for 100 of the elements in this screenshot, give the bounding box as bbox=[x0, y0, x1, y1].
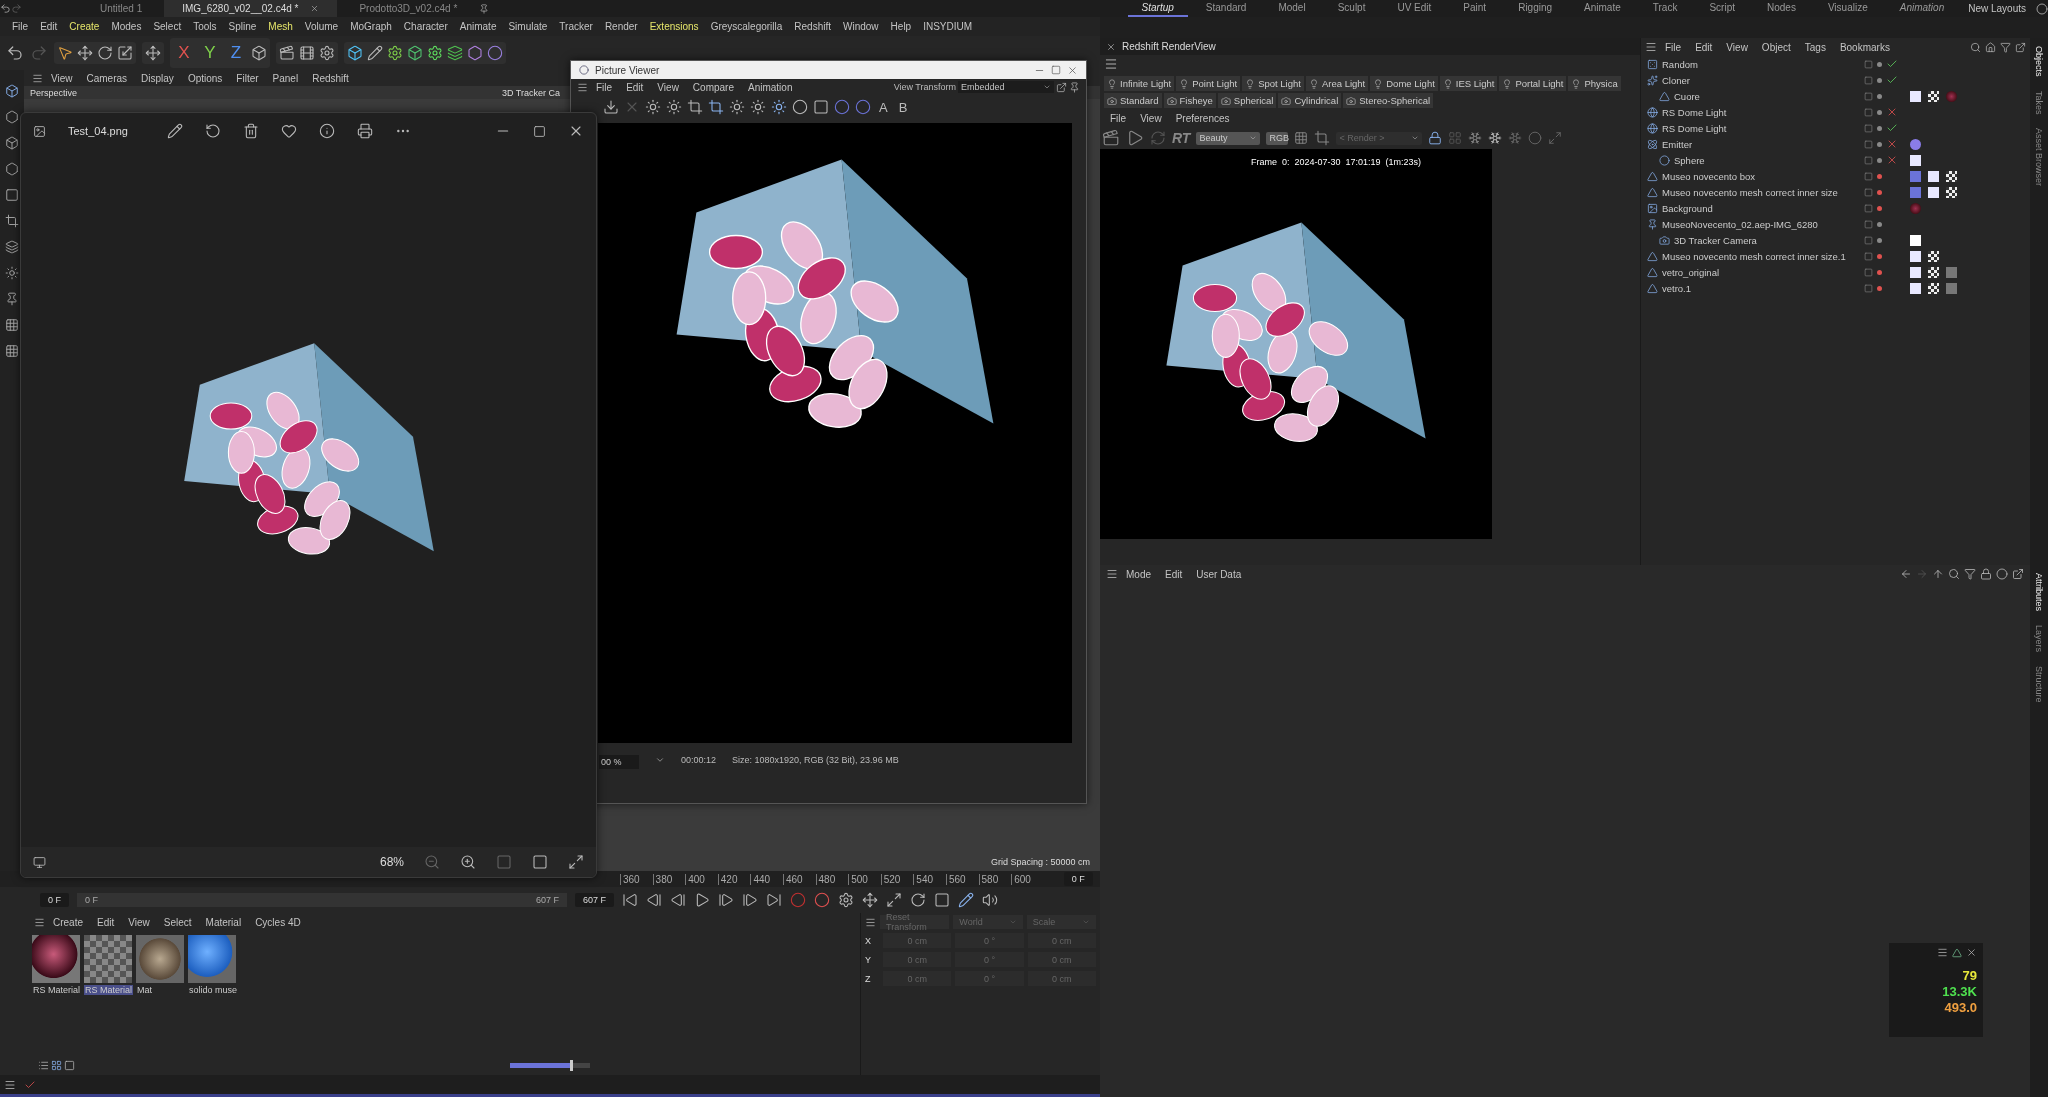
object-name[interactable]: Sphere bbox=[1670, 154, 1864, 166]
menu-item[interactable]: Volume bbox=[298, 21, 345, 32]
axis-button[interactable]: X bbox=[173, 41, 195, 65]
aov-dropdown[interactable]: Beauty bbox=[1196, 131, 1261, 145]
visibility-dot[interactable] bbox=[1877, 93, 1882, 99]
menu-item[interactable]: Mesh bbox=[262, 21, 299, 32]
layout-tab[interactable]: Track bbox=[1638, 0, 1692, 17]
autokey-icon[interactable] bbox=[814, 892, 831, 908]
cross-icon[interactable] bbox=[1886, 138, 1898, 150]
layout-tab[interactable]: Rigging bbox=[1504, 0, 1567, 17]
render-settings-icon[interactable] bbox=[319, 45, 335, 61]
up-icon[interactable] bbox=[1932, 568, 1944, 580]
menu-item[interactable]: Object bbox=[1755, 41, 1797, 53]
visibility-dot[interactable] bbox=[1877, 205, 1882, 211]
menu-item[interactable]: Mode bbox=[1120, 568, 1157, 580]
visibility-dot[interactable] bbox=[1877, 141, 1882, 147]
layout-tab[interactable]: Nodes bbox=[1752, 0, 1810, 17]
tag-icon[interactable] bbox=[1910, 266, 1921, 278]
visibility-dot[interactable] bbox=[1877, 157, 1882, 163]
start-frame-field[interactable]: 0 F bbox=[40, 893, 69, 907]
menu-item[interactable]: Create bbox=[63, 21, 106, 32]
side-tab[interactable]: Asset Browser bbox=[2033, 128, 2045, 187]
scale-key-icon[interactable] bbox=[886, 892, 903, 908]
menu-item[interactable]: Material bbox=[199, 916, 248, 928]
check-icon[interactable] bbox=[1886, 122, 1898, 134]
camera-button[interactable]: Cylindrical bbox=[1278, 93, 1342, 108]
info-icon[interactable] bbox=[319, 123, 335, 139]
gear-icon[interactable] bbox=[387, 45, 403, 61]
tag-icon[interactable] bbox=[1928, 186, 1939, 198]
camera-button[interactable]: Standard bbox=[1104, 93, 1162, 108]
side-tab[interactable]: Attributes bbox=[2033, 573, 2045, 612]
compare-slot-button[interactable]: B bbox=[895, 99, 911, 115]
menu-item[interactable]: Animate bbox=[453, 21, 503, 32]
menu-item[interactable]: File bbox=[1659, 41, 1688, 53]
visibility-dot[interactable] bbox=[1877, 125, 1882, 131]
search-icon[interactable] bbox=[1970, 41, 1981, 53]
menu-icon[interactable] bbox=[32, 72, 43, 84]
caret-icon[interactable] bbox=[655, 755, 665, 765]
search-icon[interactable] bbox=[1948, 568, 1960, 580]
edit-icon[interactable] bbox=[167, 123, 183, 139]
menu-item[interactable]: Compare bbox=[686, 81, 740, 93]
deformer-icon[interactable] bbox=[467, 45, 483, 61]
side-tab[interactable]: Objects bbox=[2033, 46, 2045, 77]
next-key-icon[interactable] bbox=[742, 892, 759, 908]
menu-item[interactable]: View bbox=[651, 81, 685, 93]
layout-tab[interactable]: Script bbox=[1695, 0, 1749, 17]
object-name[interactable]: MuseoNovecento_02.aep-IMG_6280 bbox=[1658, 218, 1864, 230]
tag-icon[interactable] bbox=[1946, 170, 1957, 182]
undo-icon[interactable] bbox=[6, 44, 24, 62]
layout-tab[interactable]: Model bbox=[1264, 0, 1320, 17]
menu-item[interactable]: Simulate bbox=[502, 21, 554, 32]
menu-item[interactable]: Cameras bbox=[80, 72, 134, 84]
material-name[interactable]: Mat bbox=[136, 985, 153, 995]
end-frame-field[interactable]: 607 F bbox=[575, 893, 615, 907]
menu-item[interactable]: Redshift bbox=[788, 21, 837, 32]
menu-item[interactable]: View bbox=[45, 72, 79, 84]
detach-icon[interactable] bbox=[1056, 81, 1067, 93]
mode-tool-icon[interactable] bbox=[5, 188, 19, 202]
menu-item[interactable]: Bookmarks bbox=[1833, 41, 1896, 53]
object-name[interactable]: Background bbox=[1658, 202, 1864, 214]
visibility-dot[interactable] bbox=[1877, 189, 1882, 195]
menu-item[interactable]: Character bbox=[397, 21, 454, 32]
lock-icon[interactable] bbox=[1428, 131, 1443, 145]
light-button[interactable]: Point Light bbox=[1176, 76, 1241, 91]
light-button[interactable]: Spot Light bbox=[1242, 76, 1304, 91]
rotate-icon[interactable] bbox=[205, 123, 221, 139]
snowflake-icon[interactable] bbox=[1468, 131, 1483, 145]
tag-icon[interactable] bbox=[1946, 186, 1957, 198]
tag-icon[interactable] bbox=[1910, 90, 1921, 102]
menu-icon[interactable] bbox=[34, 916, 45, 928]
cross-icon[interactable] bbox=[1886, 154, 1898, 166]
check-icon[interactable] bbox=[1886, 74, 1898, 86]
menu-item[interactable]: Tags bbox=[1798, 41, 1832, 53]
gear-icon[interactable] bbox=[838, 892, 855, 908]
menu-icon[interactable] bbox=[4, 1078, 16, 1091]
tag-icon[interactable] bbox=[1928, 282, 1939, 294]
light-button[interactable]: Portal Light bbox=[1499, 76, 1567, 91]
render-view-icon[interactable] bbox=[279, 45, 295, 61]
object-name[interactable]: Museo novecento mesh correct inner size bbox=[1658, 186, 1864, 198]
mode-tool-icon[interactable] bbox=[5, 266, 19, 280]
object-name[interactable]: vetro.1 bbox=[1658, 282, 1864, 294]
camera-button[interactable]: Spherical bbox=[1217, 93, 1277, 108]
menu-item[interactable]: Options bbox=[181, 72, 229, 84]
layout-tab[interactable]: Animation bbox=[1885, 0, 1959, 17]
channel-icon[interactable] bbox=[834, 99, 850, 115]
position-key-icon[interactable] bbox=[862, 892, 879, 908]
menu-item[interactable]: Extensions bbox=[643, 21, 705, 32]
view-transform-dropdown[interactable]: Embedded bbox=[958, 81, 1054, 93]
menu-item[interactable]: File bbox=[6, 21, 35, 32]
layout-tab[interactable]: Standard bbox=[1191, 0, 1261, 17]
menu-item[interactable]: Tracker bbox=[553, 21, 599, 32]
move-tool-icon[interactable] bbox=[77, 45, 93, 61]
light-button[interactable]: Area Light bbox=[1305, 76, 1369, 91]
grid-icon[interactable] bbox=[1294, 131, 1309, 145]
rotate-tool-icon[interactable] bbox=[97, 45, 113, 61]
axis-button[interactable]: Y bbox=[199, 41, 221, 65]
play-icon[interactable] bbox=[694, 892, 711, 908]
menu-item[interactable]: Edit bbox=[34, 21, 64, 32]
object-name[interactable]: Museo novecento box bbox=[1658, 170, 1864, 182]
tag-icon[interactable] bbox=[1928, 90, 1939, 102]
